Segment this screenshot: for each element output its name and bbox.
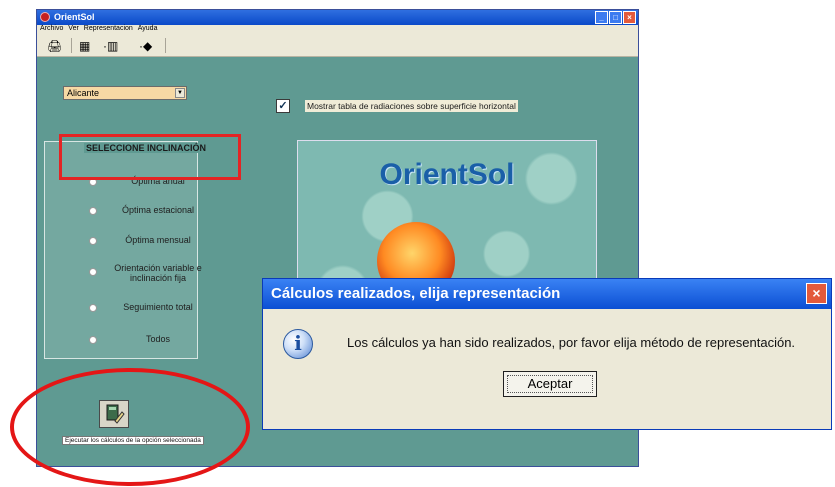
table-icon[interactable]: ▦ xyxy=(79,39,90,53)
chevron-down-icon[interactable]: ▼ xyxy=(175,88,185,98)
dialog-close-button[interactable]: × xyxy=(806,283,827,304)
radio-seguimiento-total[interactable] xyxy=(89,304,97,312)
menu-ver[interactable]: Ver xyxy=(68,25,79,32)
dialog-titlebar[interactable]: Cálculos realizados, elija representació… xyxy=(263,279,831,309)
radio-orientacion-variable[interactable] xyxy=(89,268,97,276)
location-select[interactable]: Alicante ▼ xyxy=(63,86,187,100)
app-icon[interactable] xyxy=(40,12,50,22)
close-button[interactable]: × xyxy=(623,11,636,24)
minimize-button[interactable]: _ xyxy=(595,11,608,24)
window-title: OrientSol xyxy=(54,12,95,22)
location-select-value: Alicante xyxy=(67,88,100,98)
option-optima-mensual[interactable]: Óptima mensual xyxy=(108,235,208,245)
window-titlebar[interactable]: OrientSol _ □ × xyxy=(37,10,638,25)
menu-archivo[interactable]: Archivo xyxy=(40,25,63,32)
toolbar: 🖨 ▦ ·▥ ·◆ xyxy=(37,36,638,57)
option-todos[interactable]: Todos xyxy=(108,334,208,344)
option-seguimiento-total[interactable]: Seguimiento total xyxy=(108,302,208,312)
radio-optima-mensual[interactable] xyxy=(89,237,97,245)
radio-todos[interactable] xyxy=(89,336,97,344)
maximize-button[interactable]: □ xyxy=(609,11,622,24)
book-icon[interactable]: ·◆ xyxy=(139,39,152,53)
annotation-rectangle xyxy=(59,134,241,180)
dialog-title: Cálculos realizados, elija representació… xyxy=(271,285,561,302)
chart-icon[interactable]: ·▥ xyxy=(103,39,118,53)
calculations-dialog: Cálculos realizados, elija representació… xyxy=(262,278,832,430)
info-icon: i xyxy=(283,329,313,359)
logo-text: OrientSol xyxy=(379,158,515,191)
menu-bar: Archivo Ver Representacion Ayuda xyxy=(37,25,638,36)
option-optima-estacional[interactable]: Óptima estacional xyxy=(108,205,208,215)
option-orientacion-variable[interactable]: Orientación variable e inclinación fija xyxy=(103,263,213,283)
dialog-message: Los cálculos ya han sido realizados, por… xyxy=(347,335,796,350)
annotation-ellipse xyxy=(10,368,250,486)
horizontal-table-checkbox[interactable]: ✓ xyxy=(276,99,290,113)
radio-optima-estacional[interactable] xyxy=(89,207,97,215)
menu-representacion[interactable]: Representacion xyxy=(84,25,133,32)
horizontal-table-label: Mostrar tabla de radiaciones sobre super… xyxy=(305,100,518,112)
accept-button[interactable]: Aceptar xyxy=(503,371,597,397)
print-icon[interactable]: 🖨 xyxy=(47,39,62,53)
menu-ayuda[interactable]: Ayuda xyxy=(138,25,158,32)
